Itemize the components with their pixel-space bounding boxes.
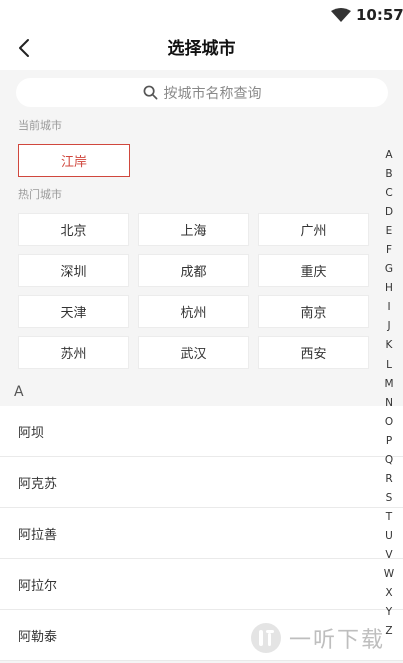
list-item[interactable]: 阿克苏 <box>0 457 403 508</box>
list-item[interactable]: 阿拉尔 <box>0 559 403 610</box>
index-letter[interactable]: W <box>378 565 400 584</box>
index-letter[interactable]: U <box>378 527 400 546</box>
hot-city-button[interactable]: 深圳 <box>18 254 129 287</box>
index-letter[interactable]: V <box>378 546 400 565</box>
watermark: 一听下载 <box>249 617 399 659</box>
hot-city-button[interactable]: 杭州 <box>138 295 249 328</box>
index-letter[interactable]: F <box>378 241 400 260</box>
index-letter[interactable]: H <box>378 279 400 298</box>
search-icon <box>143 85 157 100</box>
search-input[interactable]: 按城市名称查询 <box>16 78 388 107</box>
index-letter[interactable]: P <box>378 432 400 451</box>
hot-city-button[interactable]: 武汉 <box>138 336 249 369</box>
watermark-logo-icon <box>251 623 281 653</box>
status-bar: 10:57 <box>0 0 403 28</box>
hot-city-button[interactable]: 成都 <box>138 254 249 287</box>
hot-city-button[interactable]: 南京 <box>258 295 369 328</box>
page-title: 选择城市 <box>167 39 236 59</box>
list-item[interactable]: 阿坝 <box>0 406 403 457</box>
index-letter[interactable]: Q <box>378 451 400 470</box>
status-time: 10:57 <box>356 6 403 24</box>
hot-city-button[interactable]: 苏州 <box>18 336 129 369</box>
index-letter[interactable]: X <box>378 584 400 603</box>
index-letter[interactable]: C <box>378 184 400 203</box>
index-letter[interactable]: M <box>378 375 400 394</box>
hot-cities-label: 热门城市 <box>18 188 62 201</box>
hot-city-button[interactable]: 北京 <box>18 213 129 246</box>
group-header-letter: A <box>14 384 24 400</box>
title-bar: 选择城市 <box>0 28 403 70</box>
hot-city-button[interactable]: 广州 <box>258 213 369 246</box>
index-letter[interactable]: O <box>378 413 400 432</box>
list-item[interactable]: 阿拉善 <box>0 508 403 559</box>
index-letter[interactable]: I <box>378 298 400 317</box>
index-letter[interactable]: K <box>378 336 400 355</box>
index-letter[interactable]: A <box>378 146 400 165</box>
hot-city-button[interactable]: 上海 <box>138 213 249 246</box>
chevron-left-icon <box>19 39 29 57</box>
hot-city-button[interactable]: 西安 <box>258 336 369 369</box>
index-letter[interactable]: B <box>378 165 400 184</box>
watermark-text: 一听下载 <box>289 628 386 653</box>
index-letter[interactable]: D <box>378 203 400 222</box>
index-letter[interactable]: E <box>378 222 400 241</box>
index-letter[interactable]: T <box>378 508 400 527</box>
hot-city-button[interactable]: 天津 <box>18 295 129 328</box>
alphabet-index[interactable]: A B C D E F G H I J K L M N O P Q R S T … <box>378 146 400 641</box>
index-letter[interactable]: N <box>378 394 400 413</box>
index-letter[interactable]: L <box>378 356 400 375</box>
index-letter[interactable]: J <box>378 317 400 336</box>
index-letter[interactable]: S <box>378 489 400 508</box>
index-letter[interactable]: R <box>378 470 400 489</box>
current-city-button[interactable]: 江岸 <box>18 144 130 177</box>
index-letter[interactable]: G <box>378 260 400 279</box>
search-placeholder: 按城市名称查询 <box>163 85 262 102</box>
back-button[interactable] <box>10 34 38 62</box>
hot-city-button[interactable]: 重庆 <box>258 254 369 287</box>
wifi-icon <box>331 8 351 22</box>
current-city-label: 当前城市 <box>18 119 62 132</box>
